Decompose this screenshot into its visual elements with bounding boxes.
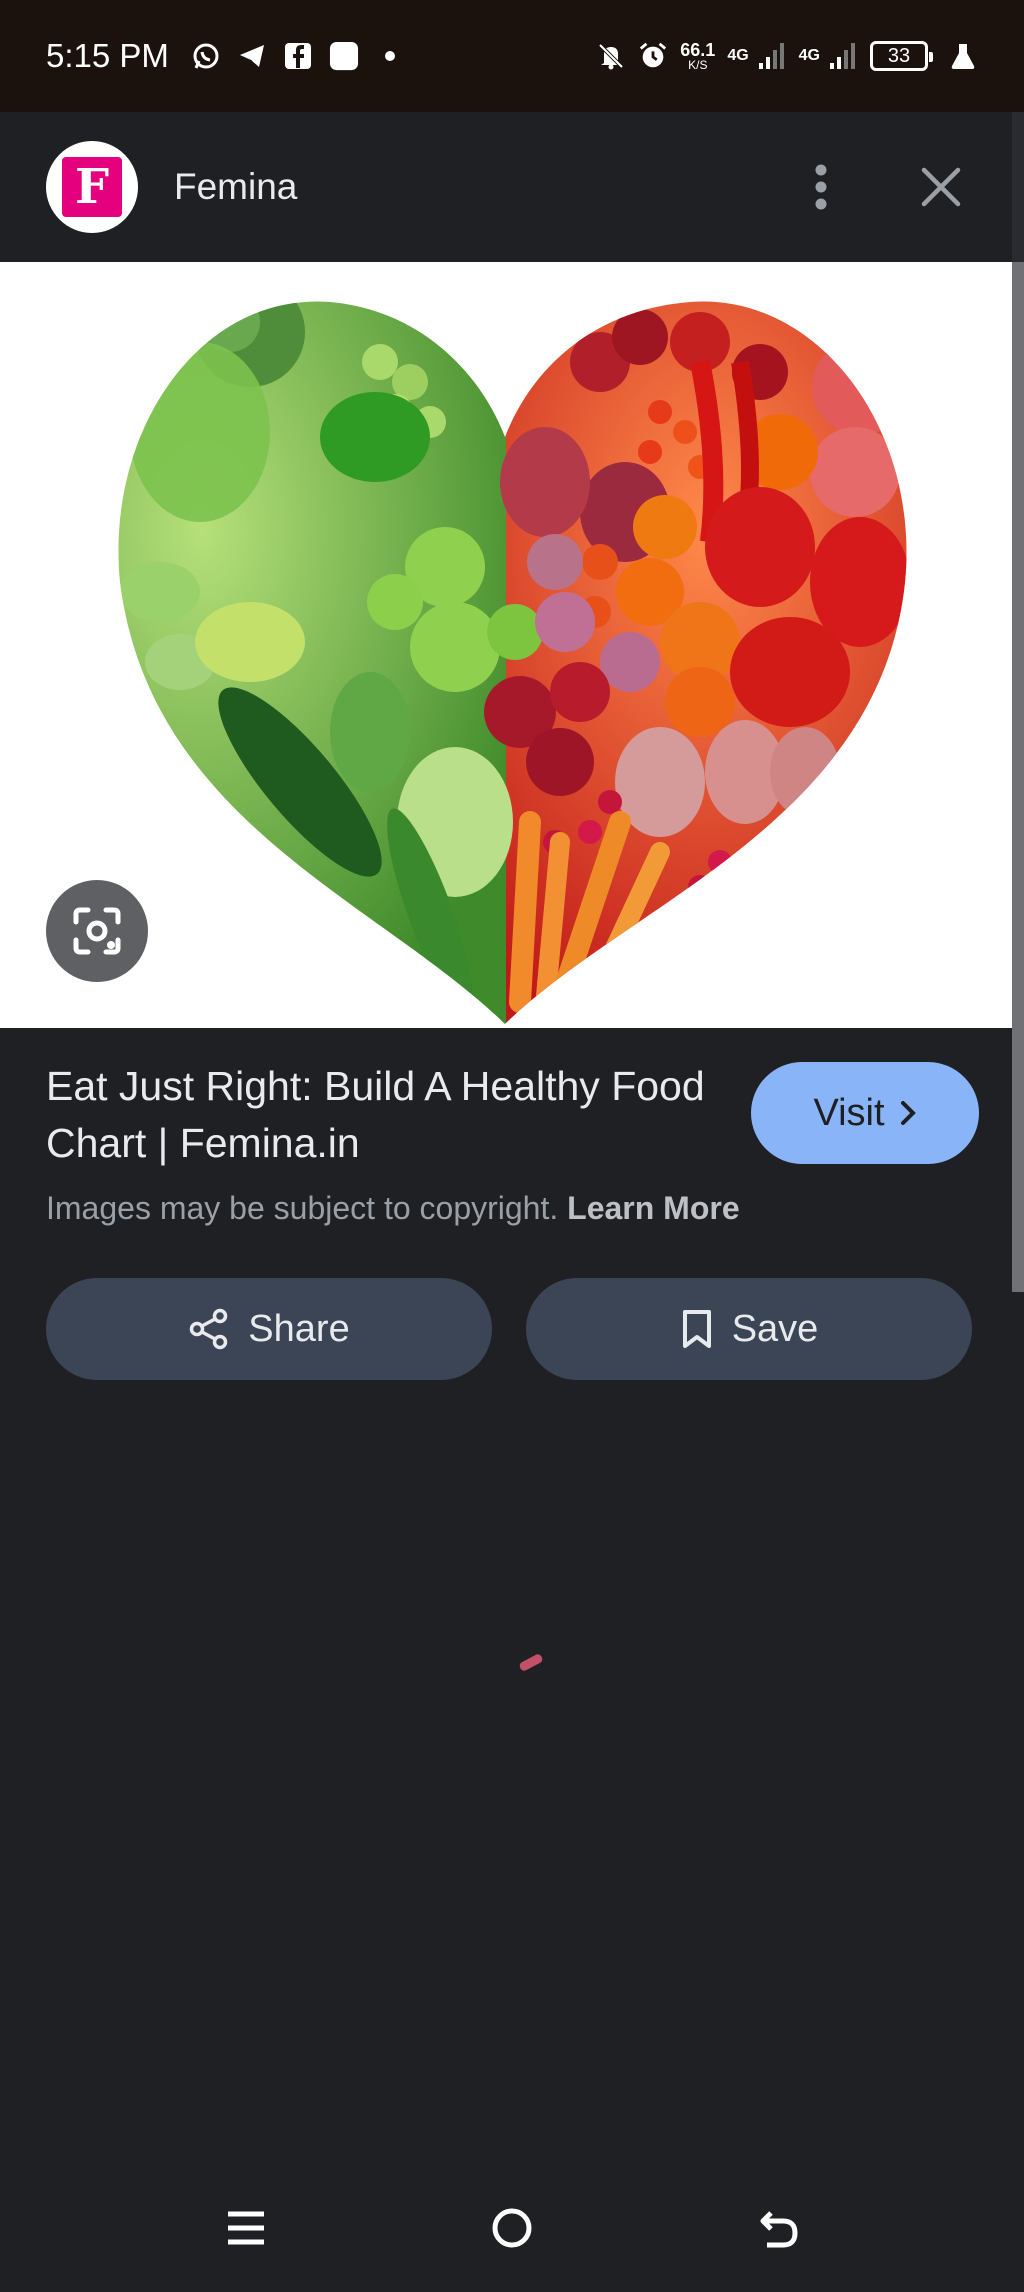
alarm-icon [638,41,668,71]
vegetable-heart-image [118,301,907,1024]
status-bar: 5:15 PM 66.1 K/S 4G 4G 33 [0,0,1024,112]
network-speed: 66.1 K/S [680,41,715,71]
whatsapp-icon [191,41,221,71]
lens-icon [73,907,121,955]
sim1-network-type: 4G [727,47,749,64]
source-name[interactable]: Femina [174,166,297,208]
source-header: F Femina [0,112,1012,262]
mute-bell-icon [596,41,626,71]
header-actions [796,162,966,212]
beaker-icon [948,41,978,71]
network-speed-unit: K/S [688,58,708,72]
battery-indicator: 33 [870,41,933,71]
more-vert-icon [815,164,827,210]
sim2-network-type: 4G [798,47,820,64]
visit-button[interactable]: Visit [751,1062,979,1164]
dot-icon [375,41,405,71]
copyright-notice: Images may be subject to copyright. Lear… [46,1190,740,1227]
learn-more-link[interactable]: Learn More [567,1190,739,1226]
close-button[interactable] [916,162,966,212]
google-lens-button[interactable] [46,880,148,982]
close-icon [921,167,961,207]
notification-icons [191,41,405,71]
signal-icon [757,41,787,71]
chevron-right-icon [900,1101,916,1125]
recents-button[interactable] [218,2200,274,2256]
screen: 5:15 PM 66.1 K/S 4G 4G 33 F Femina Eat J… [0,0,1024,2292]
telegram-icon [237,41,267,71]
system-icons: 66.1 K/S 4G 4G 33 [596,41,978,71]
share-label: Share [248,1307,350,1350]
home-button[interactable] [484,2200,540,2256]
save-button[interactable]: Save [526,1278,972,1380]
femina-logo: F [62,157,122,217]
facebook-icon [283,41,313,71]
system-navigation-bar [0,2164,1024,2292]
source-logo[interactable]: F [46,141,138,233]
visit-label: Visit [813,1091,885,1134]
signal-icon [828,41,858,71]
more-options-button[interactable] [796,162,846,212]
save-label: Save [731,1307,819,1350]
scrollbar-thumb[interactable] [1012,262,1024,1292]
bookmark-icon [682,1310,711,1348]
loading-spinner [518,1652,544,1673]
share-button[interactable]: Share [46,1278,492,1380]
app-icon [329,41,359,71]
result-image[interactable] [0,262,1012,1028]
network-speed-value: 66.1 [680,40,716,60]
home-circle-icon [492,2208,532,2248]
menu-icon [228,2211,264,2245]
back-button[interactable] [750,2200,806,2256]
result-title[interactable]: Eat Just Right: Build A Healthy Food Cha… [46,1058,706,1172]
copyright-text: Images may be subject to copyright. [46,1190,559,1226]
status-time: 5:15 PM [46,37,169,74]
share-icon [190,1308,228,1350]
back-icon [760,2211,798,2248]
